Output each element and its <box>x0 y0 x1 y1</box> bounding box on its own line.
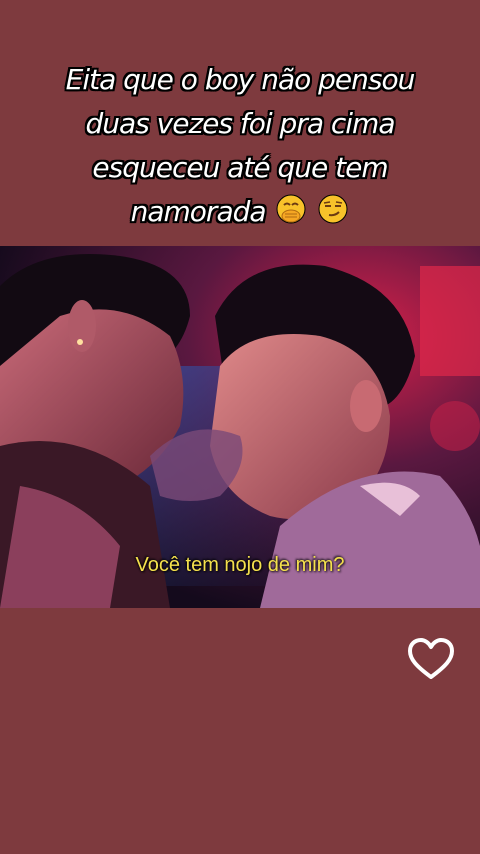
caption-line-1: Eita que o boy não pensou <box>65 63 416 96</box>
smirking-face-emoji <box>317 193 349 238</box>
video-player[interactable]: Você tem nojo de mim? <box>0 246 480 608</box>
caption-line-4-text: namorada <box>130 195 267 228</box>
caption-line-3: esqueceu até que tem <box>92 151 388 184</box>
caption-line-2: duas vezes foi pra cima <box>85 107 396 140</box>
like-button[interactable] <box>406 635 456 685</box>
video-subtitle: Você tem nojo de mim? <box>135 554 345 576</box>
post-caption: Eita que o boy não pensou duas vezes foi… <box>20 58 460 238</box>
heart-outline-icon <box>408 638 454 679</box>
caption-line-4: namorada <box>20 190 460 238</box>
hand-over-mouth-emoji <box>275 193 307 238</box>
